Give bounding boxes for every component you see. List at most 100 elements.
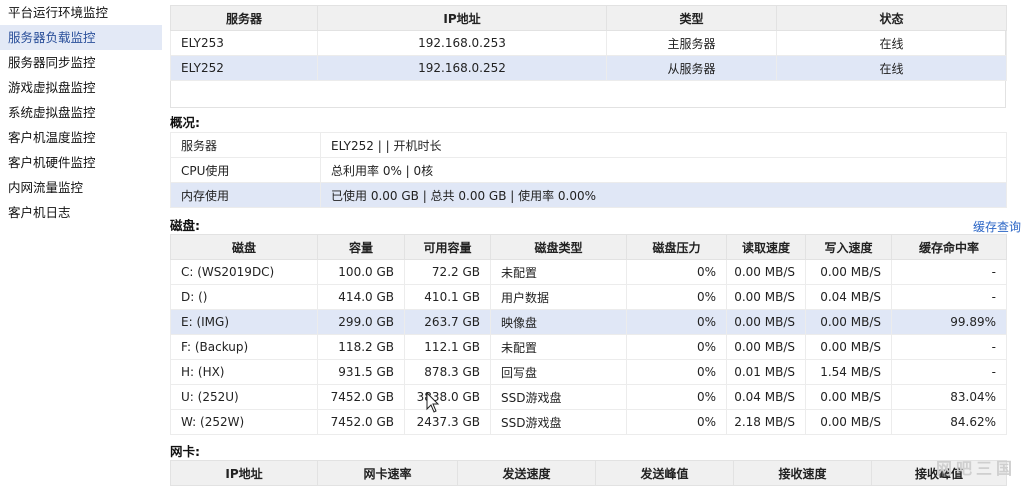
- disk-write-speed: 0.04 MB/S: [805, 284, 892, 310]
- column-header[interactable]: 写入速度: [805, 234, 892, 260]
- disk-pressure: 0%: [626, 359, 727, 385]
- column-header[interactable]: 网卡速率: [317, 460, 458, 486]
- sidebar-item-game-vdisk[interactable]: 游戏虚拟盘监控: [0, 75, 162, 100]
- column-header[interactable]: 发送速度: [457, 460, 596, 486]
- disk-capacity: 299.0 GB: [317, 309, 405, 335]
- disk-write-speed: 0.00 MB/S: [805, 309, 892, 335]
- disk-read-speed: 0.00 MB/S: [726, 284, 806, 310]
- disk-type: 未配置: [490, 334, 627, 360]
- disk-write-speed: 0.00 MB/S: [805, 259, 892, 285]
- disk-read-speed: 0.00 MB/S: [726, 309, 806, 335]
- table-row[interactable]: D: () 414.0 GB 410.1 GB 用户数据 0% 0.00 MB/S 0.04…: [170, 284, 1007, 310]
- table-row[interactable]: U: (252U) 7452.0 GB 3838.0 GB SSD游戏盘 0% 0.04 …: [170, 384, 1007, 410]
- disk-pressure: 0%: [626, 384, 727, 410]
- disk-name: E: (IMG): [170, 309, 318, 335]
- disk-name: F: (Backup): [170, 334, 318, 360]
- table-row[interactable]: H: (HX) 931.5 GB 878.3 GB 回写盘 0% 0.01 MB/S 1.5…: [170, 359, 1007, 385]
- disk-read-speed: 0.00 MB/S: [726, 259, 806, 285]
- column-header[interactable]: 可用容量: [404, 234, 491, 260]
- server-status: 在线: [776, 55, 1007, 81]
- disk-cache-hit: -: [891, 284, 1007, 310]
- disk-free: 2437.3 GB: [404, 409, 491, 435]
- disk-type: SSD游戏盘: [490, 409, 627, 435]
- disk-capacity: 7452.0 GB: [317, 384, 405, 410]
- cache-query-link[interactable]: 缓存查询: [973, 218, 1021, 235]
- sidebar-item-server-load[interactable]: 服务器负载监控: [0, 25, 162, 50]
- disk-read-speed: 0.00 MB/S: [726, 334, 806, 360]
- column-header[interactable]: 接收速度: [733, 460, 872, 486]
- disk-type: 用户数据: [490, 284, 627, 310]
- server-table-header: 服务器 IP地址 类型 状态: [170, 5, 1007, 31]
- column-header[interactable]: 读取速度: [726, 234, 806, 260]
- column-header[interactable]: 缓存命中率: [891, 234, 1007, 260]
- server-status: 在线: [776, 30, 1007, 56]
- column-header[interactable]: 容量: [317, 234, 405, 260]
- nic-title: 网卡:: [170, 444, 200, 459]
- server-type: 主服务器: [606, 30, 777, 56]
- column-header[interactable]: 磁盘类型: [490, 234, 627, 260]
- overview-row: 服务器 ELY252 | | 开机时长: [170, 132, 1007, 158]
- disk-type: SSD游戏盘: [490, 384, 627, 410]
- disk-write-speed: 1.54 MB/S: [805, 359, 892, 385]
- disk-capacity: 100.0 GB: [317, 259, 405, 285]
- table-row[interactable]: E: (IMG) 299.0 GB 263.7 GB 映像盘 0% 0.00 MB/S 0.…: [170, 309, 1007, 335]
- sidebar-item-client-temp[interactable]: 客户机温度监控: [0, 125, 162, 150]
- disk-free: 263.7 GB: [404, 309, 491, 335]
- overview-row: 内存使用 已使用 0.00 GB | 总共 0.00 GB | 使用率 0.00…: [170, 182, 1007, 208]
- table-row[interactable]: W: (252W) 7452.0 GB 2437.3 GB SSD游戏盘 0% 2.18 …: [170, 409, 1007, 435]
- sidebar-item-server-sync[interactable]: 服务器同步监控: [0, 50, 162, 75]
- nic-table-header: IP地址 网卡速率 发送速度 发送峰值 接收速度 接收峰值: [170, 460, 1007, 486]
- column-header[interactable]: 类型: [606, 5, 777, 31]
- disk-pressure: 0%: [626, 309, 727, 335]
- disk-table-header: 磁盘 容量 可用容量 磁盘类型 磁盘压力 读取速度 写入速度 缓存命中率: [170, 234, 1007, 260]
- main-content: 服务器 IP地址 类型 状态 ELY253 192.168.0.253 主服务器…: [170, 0, 1024, 491]
- disk-name: U: (252U): [170, 384, 318, 410]
- table-row[interactable]: C: (WS2019DC) 100.0 GB 72.2 GB 未配置 0% 0.00 MB…: [170, 259, 1007, 285]
- sidebar-item-system-vdisk[interactable]: 系统虚拟盘监控: [0, 100, 162, 125]
- sidebar-item-lan-traffic[interactable]: 内网流量监控: [0, 175, 162, 200]
- column-header[interactable]: 发送峰值: [595, 460, 734, 486]
- watermark-logo: 网吧三国: [935, 459, 1016, 478]
- disk-cache-hit: 83.04%: [891, 384, 1007, 410]
- server-table: 服务器 IP地址 类型 状态 ELY253 192.168.0.253 主服务器…: [170, 5, 1007, 81]
- sidebar-item-client-hardware[interactable]: 客户机硬件监控: [0, 150, 162, 175]
- column-header[interactable]: 服务器: [170, 5, 318, 31]
- column-header[interactable]: IP地址: [170, 460, 318, 486]
- sidebar-item-platform-env[interactable]: 平台运行环境监控: [0, 0, 162, 25]
- overview-value: 已使用 0.00 GB | 总共 0.00 GB | 使用率 0.00%: [320, 182, 1007, 208]
- server-type: 从服务器: [606, 55, 777, 81]
- overview-value: ELY252 | | 开机时长: [320, 132, 1007, 158]
- disk-type: 回写盘: [490, 359, 627, 385]
- table-row[interactable]: ELY253 192.168.0.253 主服务器 在线: [170, 30, 1007, 56]
- disk-capacity: 7452.0 GB: [317, 409, 405, 435]
- disk-write-speed: 0.00 MB/S: [805, 384, 892, 410]
- disk-capacity: 118.2 GB: [317, 334, 405, 360]
- column-header[interactable]: IP地址: [317, 5, 607, 31]
- disk-cache-hit: -: [891, 359, 1007, 385]
- disk-pressure: 0%: [626, 409, 727, 435]
- table-row[interactable]: ELY252 192.168.0.252 从服务器 在线: [170, 55, 1007, 81]
- disk-name: D: (): [170, 284, 318, 310]
- column-header[interactable]: 磁盘: [170, 234, 318, 260]
- disk-free: 878.3 GB: [404, 359, 491, 385]
- disk-read-speed: 0.01 MB/S: [726, 359, 806, 385]
- overview-title: 概况:: [170, 115, 200, 130]
- disk-write-speed: 0.00 MB/S: [805, 409, 892, 435]
- column-header[interactable]: 状态: [776, 5, 1007, 31]
- overview-label: 服务器: [170, 132, 321, 158]
- disk-read-speed: 0.04 MB/S: [726, 384, 806, 410]
- disk-free: 72.2 GB: [404, 259, 491, 285]
- disk-cache-hit: -: [891, 259, 1007, 285]
- disk-read-speed: 2.18 MB/S: [726, 409, 806, 435]
- table-row[interactable]: F: (Backup) 118.2 GB 112.1 GB 未配置 0% 0.00 MB/…: [170, 334, 1007, 360]
- disk-pressure: 0%: [626, 334, 727, 360]
- column-header[interactable]: 磁盘压力: [626, 234, 727, 260]
- sidebar-item-client-log[interactable]: 客户机日志: [0, 200, 162, 225]
- disk-write-speed: 0.00 MB/S: [805, 334, 892, 360]
- overview-table: 服务器 ELY252 | | 开机时长 CPU使用 总利用率 0% | 0核 内…: [170, 132, 1007, 208]
- disk-table: 磁盘 容量 可用容量 磁盘类型 磁盘压力 读取速度 写入速度 缓存命中率 C: …: [170, 234, 1007, 435]
- disk-cache-hit: 99.89%: [891, 309, 1007, 335]
- sidebar: 平台运行环境监控 服务器负载监控 服务器同步监控 游戏虚拟盘监控 系统虚拟盘监控…: [0, 0, 162, 491]
- disk-title: 磁盘:: [170, 218, 200, 233]
- overview-label: CPU使用: [170, 157, 321, 183]
